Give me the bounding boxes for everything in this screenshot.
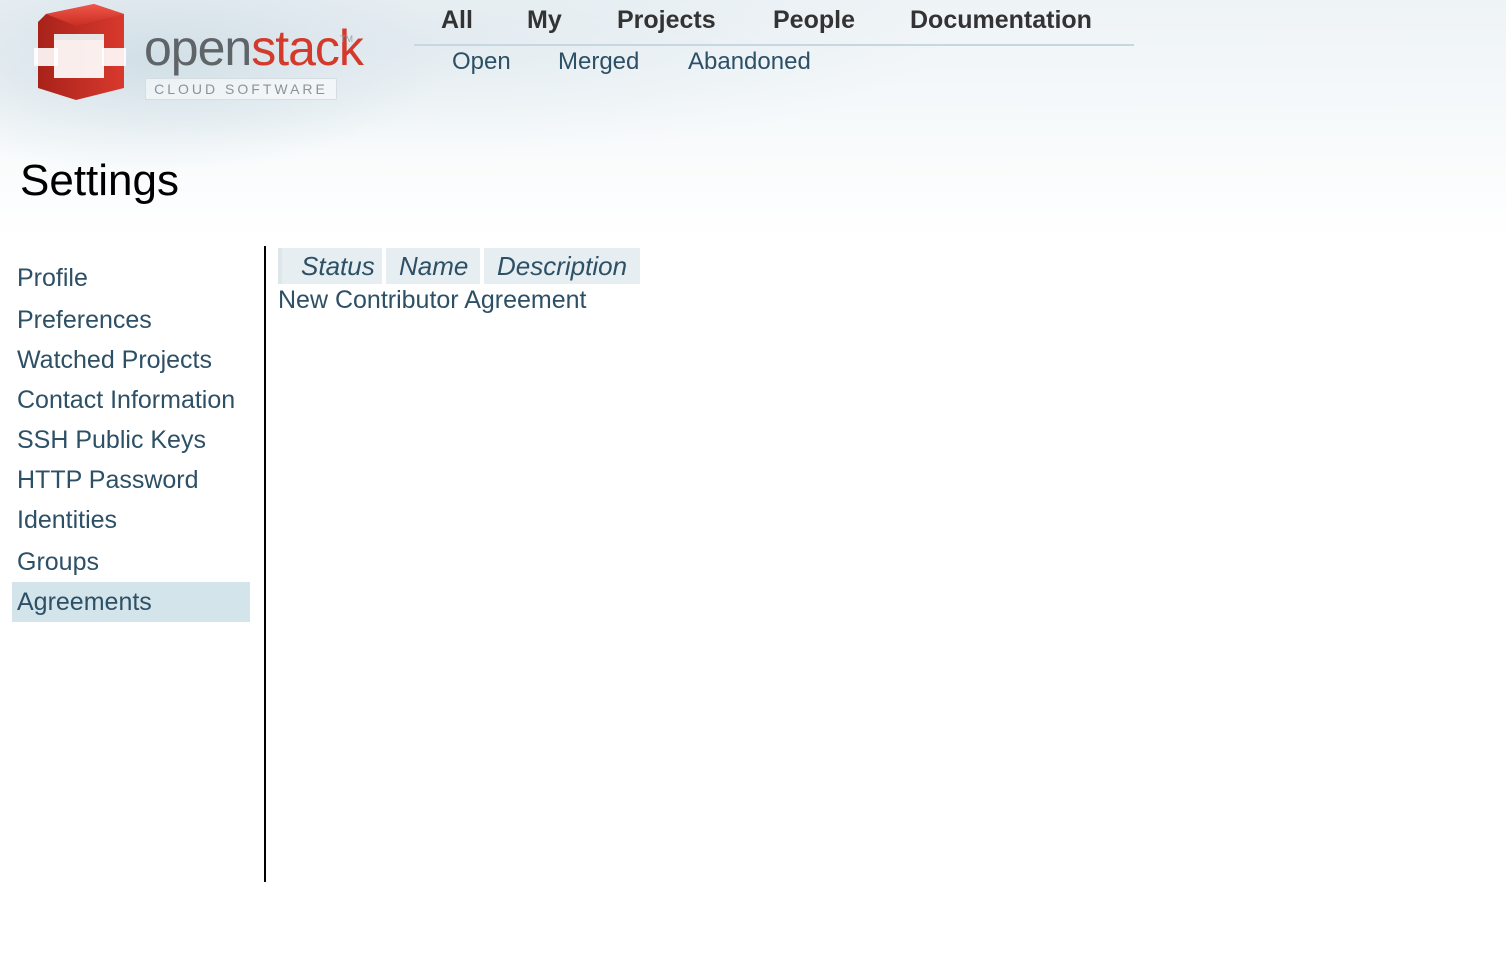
sidebar-item-profile[interactable]: Profile bbox=[12, 258, 250, 298]
sidebar-item-groups[interactable]: Groups bbox=[12, 542, 250, 582]
subnav-abandoned[interactable]: Abandoned bbox=[688, 48, 811, 76]
openstack-logo-icon bbox=[34, 4, 126, 100]
nav-documentation[interactable]: Documentation bbox=[910, 6, 1092, 35]
column-header-description[interactable]: Description bbox=[484, 248, 640, 284]
logo-word-stack: stack bbox=[251, 20, 364, 76]
sidebar-item-watched-projects[interactable]: Watched Projects bbox=[12, 340, 250, 380]
sidebar-item-ssh-public-keys[interactable]: SSH Public Keys bbox=[12, 420, 250, 460]
top-nav: All My Projects People Documentation bbox=[414, 4, 1134, 46]
column-header-status[interactable]: Status bbox=[278, 248, 382, 284]
logo-word-open: open bbox=[144, 20, 252, 76]
sidebar-item-preferences[interactable]: Preferences bbox=[12, 300, 250, 340]
subnav-open[interactable]: Open bbox=[452, 48, 511, 76]
nav-people[interactable]: People bbox=[773, 6, 855, 35]
subnav-merged[interactable]: Merged bbox=[558, 48, 639, 76]
sidebar-item-contact-information[interactable]: Contact Information bbox=[12, 380, 250, 420]
logo-wordmark: openstack bbox=[144, 20, 364, 76]
page-title: Settings bbox=[20, 156, 179, 205]
page: openstack TM CLOUD SOFTWARE All My Proje… bbox=[0, 0, 1506, 978]
logo-subtitle: CLOUD SOFTWARE bbox=[145, 78, 337, 100]
sidebar-item-http-password[interactable]: HTTP Password bbox=[12, 460, 250, 500]
table-row[interactable]: New Contributor Agreement bbox=[278, 286, 586, 315]
openstack-logo[interactable]: openstack TM CLOUD SOFTWARE bbox=[32, 4, 364, 102]
sidebar-item-identities[interactable]: Identities bbox=[12, 500, 250, 540]
sidebar-divider bbox=[264, 246, 266, 882]
column-header-name[interactable]: Name bbox=[386, 248, 480, 284]
nav-my[interactable]: My bbox=[527, 6, 562, 35]
nav-projects[interactable]: Projects bbox=[617, 6, 716, 35]
logo-trademark: TM bbox=[340, 34, 353, 44]
sidebar-item-agreements[interactable]: Agreements bbox=[12, 582, 250, 622]
nav-all[interactable]: All bbox=[441, 6, 473, 35]
